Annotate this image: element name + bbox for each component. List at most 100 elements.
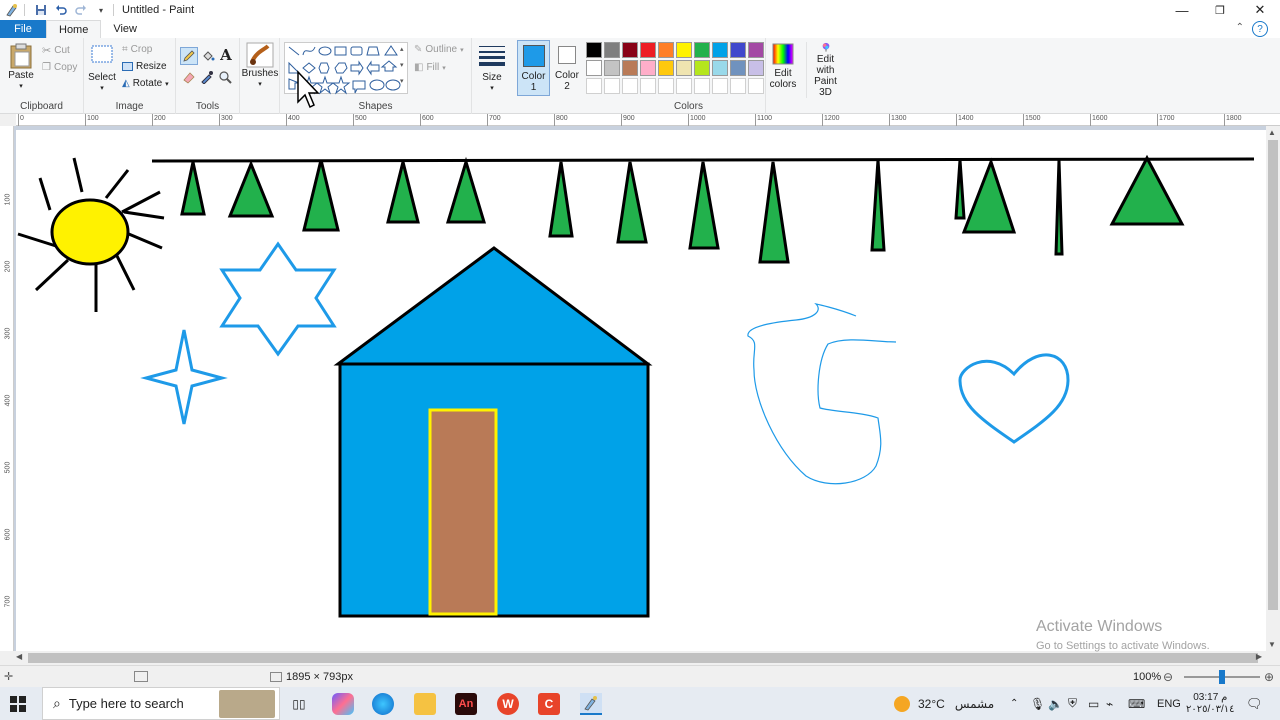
customize-quick-access-icon[interactable]: ▾ — [93, 2, 109, 18]
scroll-down-icon[interactable]: ▼ — [1268, 640, 1276, 649]
battery-icon[interactable]: ⌁ — [1106, 687, 1113, 720]
palette-color-swatch[interactable] — [730, 42, 746, 58]
zoom-in-icon[interactable]: ⊕ — [1264, 670, 1274, 684]
rotate-button[interactable]: ◭ Rotate ▾ — [122, 78, 169, 89]
palette-empty-swatch[interactable] — [694, 78, 710, 94]
palette-color-swatch[interactable] — [676, 60, 692, 76]
keyboard-icon[interactable]: ⌨ — [1128, 687, 1145, 720]
palette-empty-swatch[interactable] — [658, 78, 674, 94]
speaker-icon[interactable]: 🔈 — [1048, 687, 1063, 720]
palette-color-swatch[interactable] — [748, 42, 764, 58]
edit-colors-button[interactable]: Edit colors — [768, 42, 798, 98]
outline-button[interactable]: ✎ Outline ▾ — [414, 44, 464, 55]
collapse-ribbon-icon[interactable]: ⌃ — [1236, 22, 1244, 33]
palette-color-swatch[interactable] — [676, 42, 692, 58]
magnifier-tool[interactable] — [218, 70, 234, 86]
tab-home[interactable]: Home — [46, 20, 102, 38]
tab-view[interactable]: View — [101, 20, 149, 38]
select-dropdown-icon[interactable]: ▾ — [100, 83, 104, 94]
tab-file[interactable]: File — [0, 20, 46, 38]
undo-icon[interactable] — [53, 2, 69, 18]
zoom-slider-thumb[interactable] — [1219, 670, 1225, 684]
crop-button[interactable]: ⌗ Crop — [122, 44, 152, 55]
paste-dropdown-icon[interactable]: ▾ — [19, 81, 23, 92]
horizontal-scroll-thumb[interactable] — [28, 653, 1258, 663]
file-explorer-icon[interactable] — [414, 693, 436, 715]
animate-app-icon[interactable]: An — [455, 693, 477, 715]
palette-color-swatch[interactable] — [712, 60, 728, 76]
drawing-canvas[interactable] — [16, 130, 1266, 651]
copy-button[interactable]: ❐ Copy — [42, 62, 77, 73]
palette-color-swatch[interactable] — [586, 60, 602, 76]
palette-empty-swatch[interactable] — [604, 78, 620, 94]
vertical-scroll-thumb[interactable] — [1268, 140, 1278, 610]
palette-empty-swatch[interactable] — [586, 78, 602, 94]
outline-dropdown-icon[interactable]: ▾ — [460, 46, 464, 54]
eraser-tool[interactable] — [182, 70, 198, 86]
help-button[interactable]: ? — [1252, 21, 1268, 37]
palette-color-swatch[interactable] — [586, 42, 602, 58]
palette-empty-swatch[interactable] — [712, 78, 728, 94]
palette-empty-swatch[interactable] — [748, 78, 764, 94]
show-hidden-icons[interactable]: ⌃ — [1010, 687, 1018, 720]
wps-office-icon[interactable]: W — [497, 693, 519, 715]
palette-color-swatch[interactable] — [604, 42, 620, 58]
shield-icon[interactable]: ⛨ — [1068, 687, 1077, 720]
paint-taskbar-icon[interactable] — [580, 693, 602, 715]
paste-button[interactable]: Paste ▾ — [6, 42, 36, 92]
palette-color-swatch[interactable] — [730, 60, 746, 76]
palette-empty-swatch[interactable] — [622, 78, 638, 94]
brushes-button[interactable]: Brushes ▾ — [242, 42, 278, 90]
palette-color-swatch[interactable] — [658, 42, 674, 58]
color2-button[interactable]: Color 2 — [553, 40, 581, 96]
network-icon[interactable]: ▭ — [1088, 687, 1099, 720]
scroll-right-icon[interactable]: ▶ — [1256, 652, 1262, 661]
size-button[interactable]: Size ▾ — [474, 42, 510, 98]
zoom-out-icon[interactable]: ⊖ — [1163, 670, 1173, 684]
resize-button[interactable]: Resize — [122, 61, 167, 72]
palette-color-swatch[interactable] — [694, 42, 710, 58]
scroll-left-icon[interactable]: ◀ — [16, 652, 22, 661]
color-picker-tool[interactable] — [200, 70, 216, 86]
close-button[interactable]: ✕ — [1240, 0, 1280, 20]
minimize-button[interactable]: — — [1162, 0, 1202, 20]
edit-with-paint3d-button[interactable]: Edit with Paint 3D — [806, 42, 844, 98]
palette-color-swatch[interactable] — [640, 42, 656, 58]
select-button[interactable]: Select ▾ — [88, 44, 116, 94]
microphone-icon[interactable]: 🎙 — [1030, 687, 1045, 720]
notifications-icon[interactable]: 🗨 — [1246, 687, 1263, 720]
size-dropdown-icon[interactable]: ▾ — [490, 83, 494, 94]
fill-dropdown-icon[interactable]: ▾ — [442, 64, 446, 72]
brushes-dropdown-icon[interactable]: ▾ — [258, 79, 262, 90]
maximize-button[interactable]: ❐ — [1200, 0, 1240, 20]
input-language[interactable]: ENG — [1157, 687, 1181, 720]
scroll-up-icon[interactable]: ▲ — [1268, 128, 1276, 137]
palette-empty-swatch[interactable] — [676, 78, 692, 94]
task-view-icon[interactable]: ▯▯ — [288, 693, 310, 715]
palette-color-swatch[interactable] — [640, 60, 656, 76]
palette-color-swatch[interactable] — [694, 60, 710, 76]
palette-empty-swatch[interactable] — [640, 78, 656, 94]
text-tool-icon[interactable]: A — [218, 47, 234, 63]
palette-color-swatch[interactable] — [748, 60, 764, 76]
color1-button[interactable]: Color 1 — [517, 40, 550, 96]
taskbar-search-box[interactable]: ⌕ Type here to search — [42, 687, 280, 720]
cut-button[interactable]: ✂ Cut — [42, 44, 70, 57]
clock[interactable]: 03:17 م ٢٠٢٥/٠٣/١٤ — [1186, 687, 1235, 720]
edge-icon[interactable] — [372, 693, 394, 715]
fill-button[interactable]: ◧ Fill ▾ — [414, 62, 446, 73]
windows-start-icon[interactable] — [10, 696, 26, 715]
save-icon[interactable] — [33, 2, 49, 18]
palette-color-swatch[interactable] — [622, 42, 638, 58]
weather-widget[interactable]: 32°C مشمس — [894, 687, 994, 720]
palette-color-swatch[interactable] — [658, 60, 674, 76]
vertical-scrollbar[interactable]: ▲ ▼ — [1266, 126, 1280, 651]
shapes-scroll-icon[interactable]: ▴ ▾ ▾ — [400, 42, 404, 90]
palette-color-swatch[interactable] — [622, 60, 638, 76]
camtasia-icon[interactable]: C — [538, 693, 560, 715]
fill-tool[interactable] — [200, 48, 216, 64]
horizontal-scrollbar[interactable]: ◀ ▶ — [0, 651, 1280, 665]
palette-color-swatch[interactable] — [712, 42, 728, 58]
palette-color-swatch[interactable] — [604, 60, 620, 76]
pencil-tool[interactable] — [180, 47, 198, 65]
